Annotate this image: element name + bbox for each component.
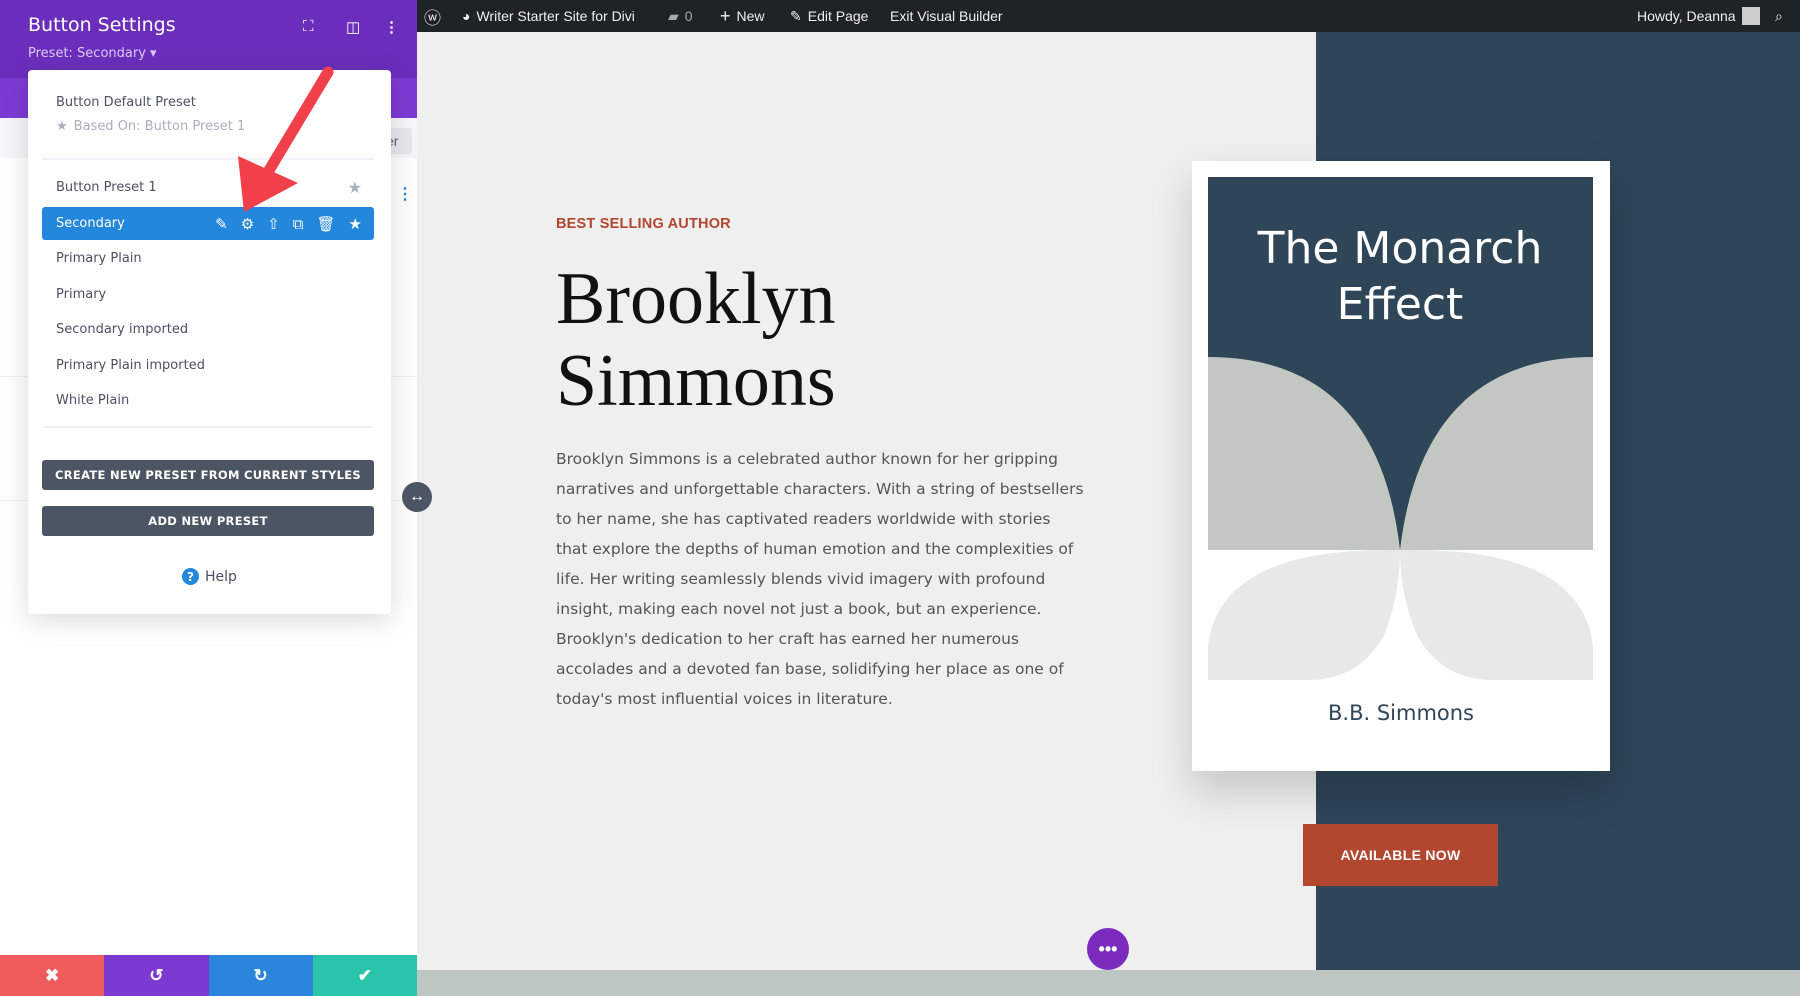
eyebrow-text: BEST SELLING AUTHOR bbox=[556, 216, 731, 232]
name-line-2: Simmons bbox=[556, 340, 836, 422]
next-section-strip bbox=[417, 970, 1800, 996]
add-new-preset-button[interactable]: ADD NEW PRESET bbox=[42, 506, 374, 536]
preset-label: Preset: Secondary bbox=[28, 46, 146, 61]
comments-link[interactable]: ▰ 0 bbox=[668, 0, 693, 32]
exit-visual-builder-link[interactable]: Exit Visual Builder bbox=[890, 0, 1003, 32]
edit-page-link[interactable]: ✎ Edit Page bbox=[790, 0, 868, 32]
kebab-menu-icon[interactable]: ⋮ bbox=[397, 184, 413, 204]
panel-title: Button Settings bbox=[28, 14, 176, 36]
book-author: B.B. Simmons bbox=[1327, 701, 1474, 725]
preset-selector[interactable]: Preset: Secondary ▾ bbox=[28, 46, 157, 61]
star-icon[interactable]: ★ bbox=[348, 178, 362, 197]
split-view-icon[interactable]: ◫ bbox=[346, 18, 360, 36]
book-title-line-2: Effect bbox=[1337, 279, 1464, 330]
preset-name: Secondary bbox=[56, 216, 125, 231]
avatar bbox=[1741, 7, 1760, 25]
comment-icon: ▰ bbox=[668, 7, 679, 24]
new-label: New bbox=[736, 8, 765, 24]
check-icon: ✔ bbox=[357, 965, 372, 985]
preset-name: Button Preset 1 bbox=[56, 180, 157, 195]
name-line-1: Brooklyn bbox=[556, 258, 836, 340]
cancel-button[interactable]: ✖ bbox=[0, 955, 105, 996]
site-name: Writer Starter Site for Divi bbox=[476, 8, 635, 24]
preset-item[interactable]: White Plain bbox=[42, 384, 374, 417]
search-icon[interactable]: ⌕ bbox=[1775, 0, 1783, 32]
preset-item[interactable]: Primary Plain imported bbox=[42, 349, 374, 382]
new-link[interactable]: + New bbox=[720, 0, 765, 32]
preset-item[interactable]: Button Preset 1 ★ bbox=[42, 171, 374, 204]
help-icon: ? bbox=[182, 568, 200, 585]
redo-button[interactable]: ↻ bbox=[208, 955, 313, 996]
preset-item[interactable]: Primary Plain bbox=[42, 242, 374, 275]
author-name: Brooklyn Simmons bbox=[556, 258, 836, 422]
comments-count: 0 bbox=[684, 8, 693, 24]
undo-icon: ↺ bbox=[149, 965, 164, 985]
create-preset-from-styles-button[interactable]: CREATE NEW PRESET FROM CURRENT STYLES bbox=[42, 460, 374, 490]
star-icon[interactable]: ★ bbox=[349, 215, 362, 233]
preset-item[interactable]: Primary bbox=[42, 278, 374, 311]
export-icon[interactable]: ⇧ bbox=[267, 215, 280, 233]
pencil-icon[interactable]: ✎ bbox=[215, 215, 228, 233]
preset-dropdown: Button Default Preset ★ Based On: Button … bbox=[28, 70, 391, 614]
caret-down-icon: ▾ bbox=[150, 46, 157, 61]
preset-item[interactable]: Secondary imported bbox=[42, 313, 374, 346]
user-menu[interactable]: Howdy, Deanna bbox=[1637, 0, 1760, 32]
edit-page-label: Edit Page bbox=[807, 8, 869, 24]
panel-header bbox=[0, 0, 417, 78]
based-on-label: ★ Based On: Button Preset 1 bbox=[42, 110, 374, 143]
help-label: Help bbox=[205, 568, 237, 585]
dashboard-icon: ◕ bbox=[462, 8, 471, 24]
book-title-line-1: The Monarch bbox=[1257, 223, 1543, 274]
book-cover-art: The Monarch Effect bbox=[1208, 177, 1593, 680]
undo-button[interactable]: ↺ bbox=[104, 955, 209, 996]
fullscreen-icon[interactable]: ⛶ bbox=[303, 18, 314, 35]
save-button[interactable]: ✔ bbox=[312, 955, 417, 996]
available-now-button[interactable]: AVAILABLE NOW bbox=[1303, 824, 1498, 886]
divider bbox=[42, 158, 374, 160]
author-bio: Brooklyn Simmons is a celebrated author … bbox=[556, 450, 1084, 708]
gear-icon[interactable]: ⚙ bbox=[241, 215, 254, 233]
trash-icon[interactable]: 🗑 bbox=[317, 215, 336, 233]
plus-icon: + bbox=[720, 5, 731, 26]
kebab-menu-icon[interactable]: ⋮ bbox=[384, 18, 399, 36]
pencil-icon: ✎ bbox=[790, 7, 802, 24]
redo-icon: ↻ bbox=[253, 965, 268, 985]
greeting: Howdy, Deanna bbox=[1637, 8, 1736, 24]
wordpress-logo-icon[interactable]: ⓦ bbox=[424, 0, 441, 32]
star-icon: ★ bbox=[56, 119, 68, 134]
help-link[interactable]: ? Help bbox=[28, 568, 391, 585]
divider bbox=[42, 426, 374, 428]
site-name-link[interactable]: ◕ Writer Starter Site for Divi bbox=[462, 0, 635, 32]
panel-action-bar: ✖ ↺ ↻ ✔ bbox=[0, 955, 417, 996]
based-on-text: Based On: Button Preset 1 bbox=[73, 119, 246, 134]
close-icon: ✖ bbox=[45, 965, 60, 985]
preset-item-selected[interactable]: Secondary ✎ ⚙ ⇧ ⧉ 🗑 ★ bbox=[42, 207, 374, 240]
more-options-button[interactable]: ••• bbox=[1087, 928, 1129, 970]
panel-resize-handle[interactable]: ↔ bbox=[402, 482, 432, 512]
duplicate-icon[interactable]: ⧉ bbox=[293, 215, 304, 233]
book-cover-card: The Monarch Effect B.B. Simmons bbox=[1192, 161, 1610, 771]
